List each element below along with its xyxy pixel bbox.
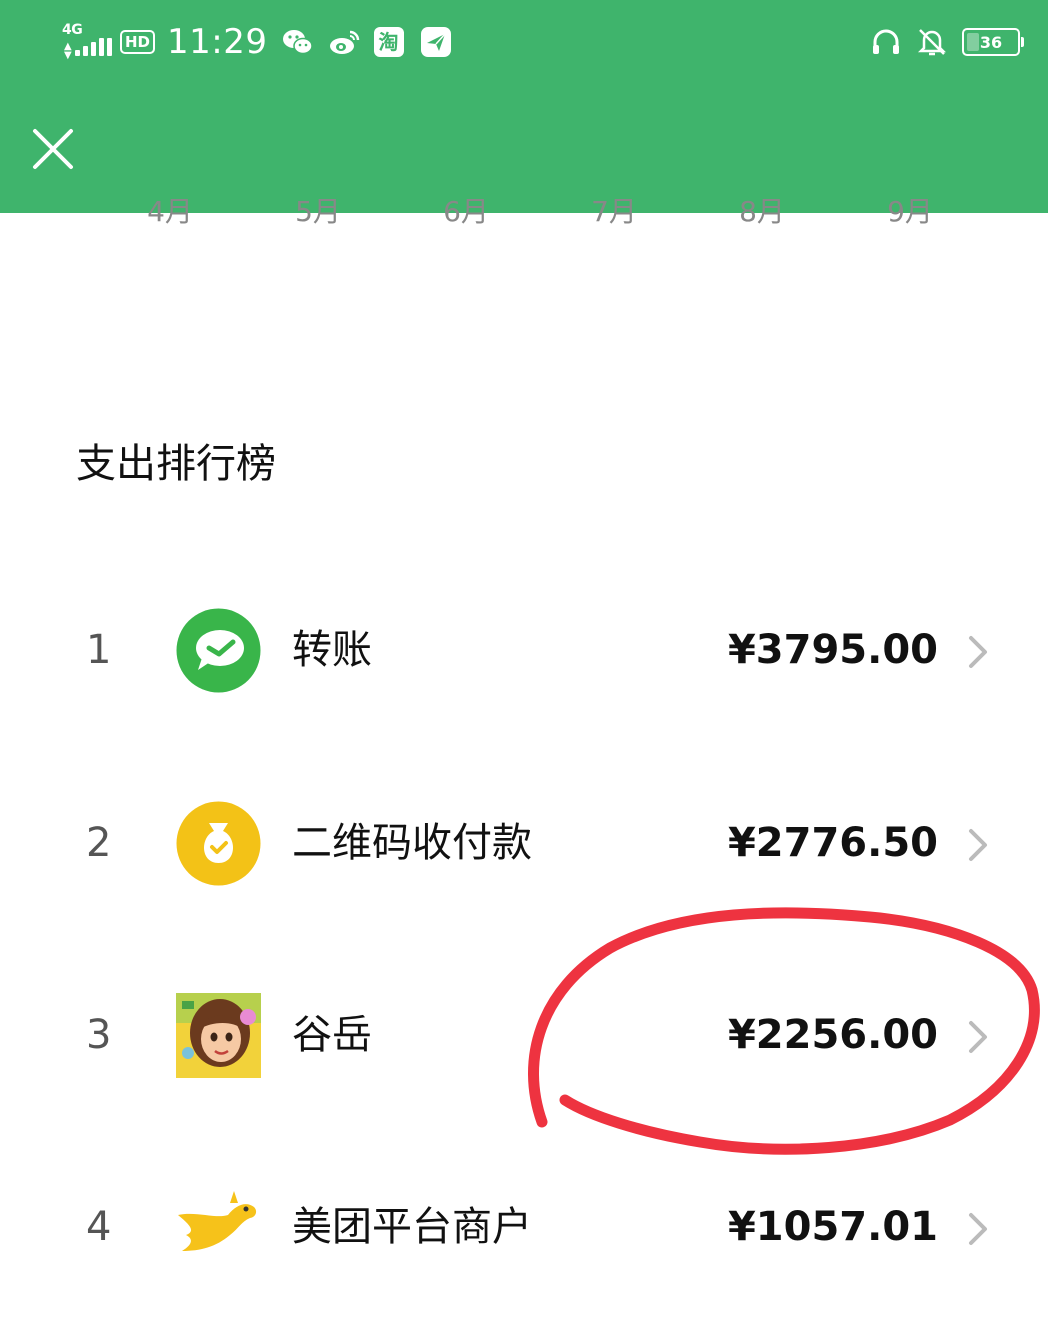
- qr-payment-moneybag-icon: [176, 801, 261, 886]
- ranking-row[interactable]: 1 转账 ¥3795.00: [0, 590, 1048, 710]
- month-label: 7月: [591, 195, 637, 228]
- meituan-kangaroo-icon: [178, 1191, 257, 1251]
- merchant-name: 二维码收付款: [292, 820, 532, 866]
- hd-badge: HD: [120, 30, 156, 54]
- wechat-transfer-icon: [176, 608, 261, 693]
- screen: 4G ▲ ▼ HD 11:29 淘 36 4月 5月 6月 7月 8月 9月 支…: [0, 0, 1048, 1336]
- merchant-name: 谷岳: [292, 1012, 372, 1058]
- month-label: 9月: [887, 195, 933, 228]
- header-bar: 4G ▲ ▼ HD 11:29 淘 36: [0, 0, 1048, 213]
- merchant-name: 美团平台商户: [292, 1204, 532, 1250]
- ranking-row[interactable]: 3 谷岳 ¥2256.00: [0, 975, 1048, 1095]
- data-arrows-icon: ▲ ▼: [64, 41, 72, 61]
- chevron-right-icon: [969, 1021, 987, 1053]
- rank-number: 1: [86, 627, 112, 673]
- rank-number: 2: [86, 820, 112, 866]
- month-label: 5月: [295, 195, 341, 228]
- signal-icon: 4G ▲ ▼: [62, 22, 112, 61]
- chevron-right-icon: [969, 636, 987, 668]
- month-label: 8月: [739, 195, 785, 228]
- status-bar-right: 36: [870, 20, 1024, 64]
- rank-number: 3: [86, 1012, 112, 1058]
- battery-level: 36: [979, 32, 1003, 52]
- network-type: 4G: [62, 22, 83, 38]
- month-label: 6月: [443, 195, 489, 228]
- battery-icon: 36: [962, 28, 1024, 56]
- status-bar: 4G ▲ ▼ HD 11:29 淘 36: [0, 0, 1048, 86]
- status-bar-left: 4G ▲ ▼ HD 11:29 淘: [62, 20, 466, 64]
- ranking-row[interactable]: 2 二维码收付款 ¥2776.50: [0, 783, 1048, 903]
- amount-value: ¥1057.01: [727, 1204, 938, 1250]
- weibo-icon: [329, 30, 359, 54]
- taobao-icon: 淘: [373, 27, 404, 57]
- amount-value: ¥3795.00: [727, 627, 938, 673]
- amount-value: ¥2256.00: [727, 1012, 938, 1058]
- ranking-title: 支出排行榜: [76, 441, 276, 487]
- rank-number: 4: [86, 1204, 112, 1250]
- chevron-right-icon: [969, 829, 987, 861]
- chevron-right-icon: [969, 1213, 987, 1245]
- headphones-icon: [873, 29, 899, 54]
- mute-bell-icon: [917, 29, 947, 56]
- status-time: 11:29: [167, 22, 268, 62]
- wechat-icon: [282, 30, 313, 55]
- send-icon: [420, 27, 451, 57]
- amount-value: ¥2776.50: [727, 820, 938, 866]
- ranking-row[interactable]: 4 美团平台商户 ¥1057.01: [0, 1167, 1048, 1287]
- cartoon-girl-avatar: [176, 993, 261, 1078]
- month-axis: 4月 5月 6月 7月 8月 9月: [0, 190, 1048, 230]
- month-label: 4月: [147, 195, 193, 228]
- merchant-name: 转账: [292, 627, 372, 673]
- close-icon[interactable]: [30, 126, 76, 172]
